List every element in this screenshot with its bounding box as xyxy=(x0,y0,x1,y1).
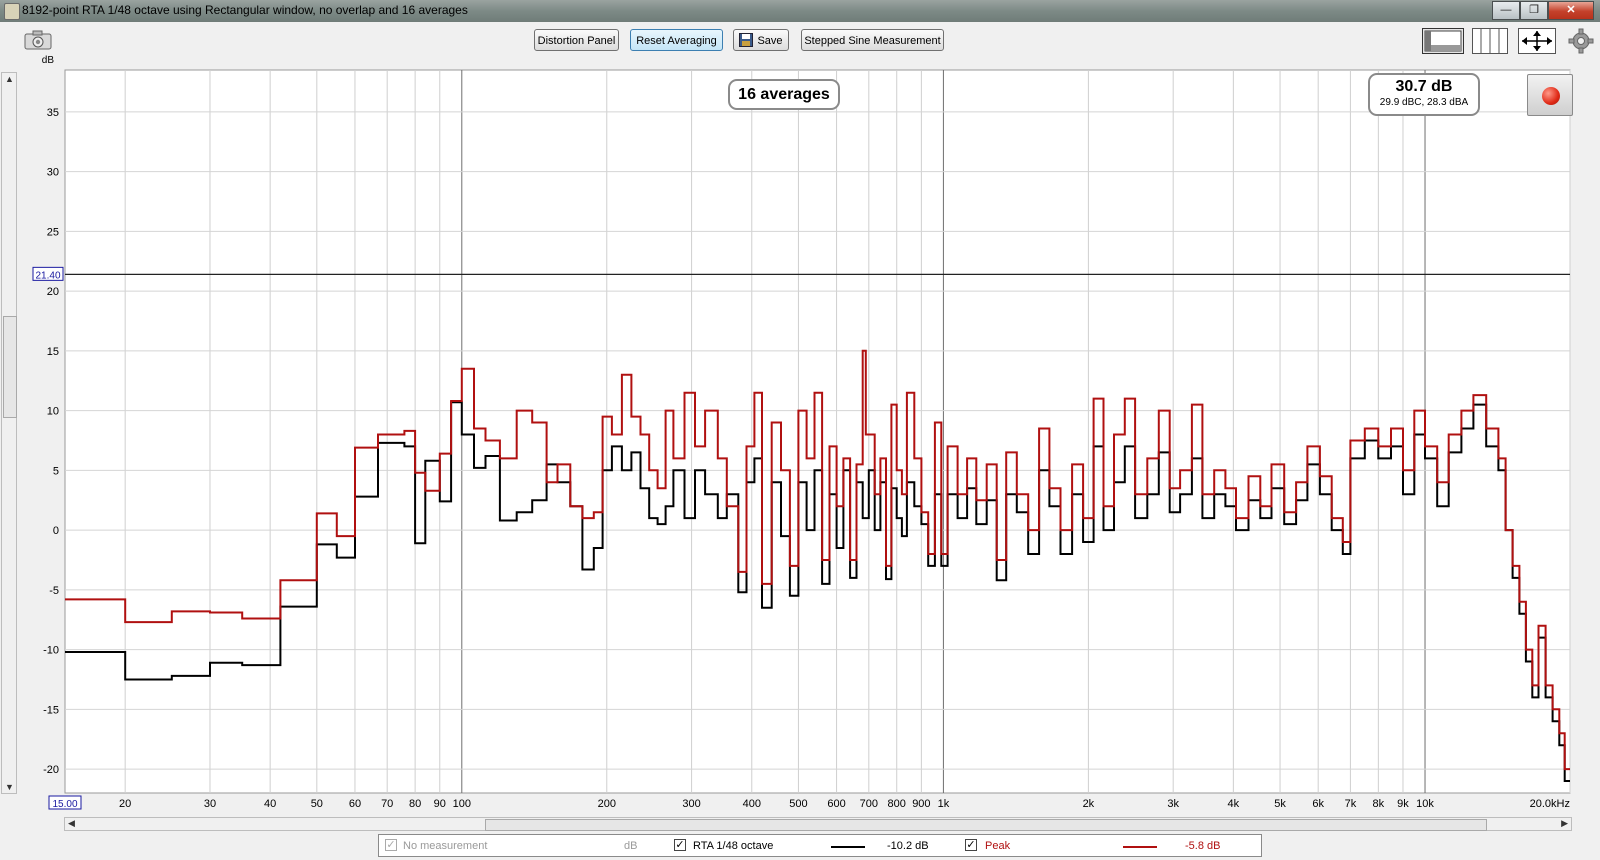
y-tick-label: 30 xyxy=(47,167,59,179)
legend-label-no-measurement: No measurement xyxy=(403,840,488,852)
x-tick-label: 20 xyxy=(119,798,131,810)
scroll-right-icon[interactable]: ▶ xyxy=(1561,818,1568,829)
x-tick-label: 40 xyxy=(264,798,276,810)
cursor-y-value: 21.40 xyxy=(35,270,60,281)
legend-value-peak: -5.8 dB xyxy=(1185,840,1221,852)
legend-label-peak: Peak xyxy=(985,840,1011,852)
legend-checkbox-no-measurement[interactable]: ✓ xyxy=(385,839,397,851)
x-tick-label: 1k xyxy=(938,798,950,810)
spl-main-value: 30.7 dB xyxy=(1395,78,1453,95)
spl-readout: 30.7 dB 29.9 dBC, 28.3 dBA xyxy=(1368,73,1480,116)
x-tick-label: 60 xyxy=(349,798,361,810)
x-tick-label: 30 xyxy=(204,798,216,810)
x-tick-label: 50 xyxy=(311,798,323,810)
x-tick-label: 4k xyxy=(1228,798,1240,810)
x-tick-label: 200 xyxy=(598,798,616,810)
legend-checkbox-peak[interactable]: ✓ xyxy=(965,839,977,851)
x-tick-label: 5k xyxy=(1274,798,1286,810)
x-tick-label: 400 xyxy=(743,798,761,810)
x-tick-label: 3k xyxy=(1167,798,1179,810)
x-tick-label: 900 xyxy=(912,798,930,810)
spl-weighted-values: 29.9 dBC, 28.3 dBA xyxy=(1379,97,1469,108)
x-tick-label: 800 xyxy=(888,798,906,810)
horizontal-scrollbar[interactable]: ◀ ▶ xyxy=(64,817,1572,831)
record-icon xyxy=(1542,87,1560,105)
record-button[interactable] xyxy=(1527,74,1573,116)
x-tick-label: 700 xyxy=(860,798,878,810)
x-tick-label: 500 xyxy=(789,798,807,810)
legend-swatch-peak xyxy=(1123,846,1157,848)
legend-swatch-rta xyxy=(831,846,865,848)
y-tick-label: 5 xyxy=(53,465,59,477)
y-tick-label: 20 xyxy=(47,286,59,298)
legend: ✓ No measurement dB ✓ RTA 1/48 octave -1… xyxy=(378,834,1262,857)
x-tick-label: 20.0kHz xyxy=(1530,798,1570,810)
scroll-left-icon[interactable]: ◀ xyxy=(68,818,75,829)
y-tick-label: 0 xyxy=(53,525,59,537)
y-tick-label: 35 xyxy=(47,107,59,119)
x-tick-label: 6k xyxy=(1312,798,1324,810)
cursor-x-value: 15.00 xyxy=(52,799,77,810)
y-tick-label: 15 xyxy=(47,346,59,358)
plot-area xyxy=(64,69,1571,794)
x-tick-label: 2k xyxy=(1083,798,1095,810)
rta-chart[interactable]: 35302520151050-5-10-15-20dB20 30 40 50 60 70 8… xyxy=(0,0,1600,815)
x-tick-label: 9k xyxy=(1397,798,1409,810)
legend-label-rta: RTA 1/48 octave xyxy=(693,840,774,852)
legend-checkbox-rta[interactable]: ✓ xyxy=(674,839,686,851)
y-tick-label: -15 xyxy=(43,704,59,716)
legend-unit-no-measurement: dB xyxy=(624,840,638,852)
x-tick-label: 80 xyxy=(409,798,421,810)
y-tick-label: -20 xyxy=(43,764,59,776)
y-tick-label: -5 xyxy=(49,585,59,597)
legend-value-rta: -10.2 dB xyxy=(887,840,929,852)
x-tick-label: 8k xyxy=(1373,798,1385,810)
x-tick-label: 70 xyxy=(381,798,393,810)
x-tick-label: 300 xyxy=(682,798,700,810)
x-tick-label: 90 xyxy=(434,798,446,810)
y-axis-label: dB xyxy=(42,55,55,66)
averages-text: 16 averages xyxy=(738,86,830,103)
y-tick-label: 10 xyxy=(47,406,59,418)
x-tick-label: 600 xyxy=(827,798,845,810)
x-tick-label: 100 xyxy=(453,798,471,810)
horizontal-scroll-thumb[interactable] xyxy=(485,819,1487,831)
y-tick-label: -10 xyxy=(43,645,59,657)
x-tick-label: 10k xyxy=(1416,798,1434,810)
x-tick-label: 7k xyxy=(1345,798,1357,810)
averages-badge: 16 averages xyxy=(728,79,840,110)
y-tick-label: 25 xyxy=(47,226,59,238)
